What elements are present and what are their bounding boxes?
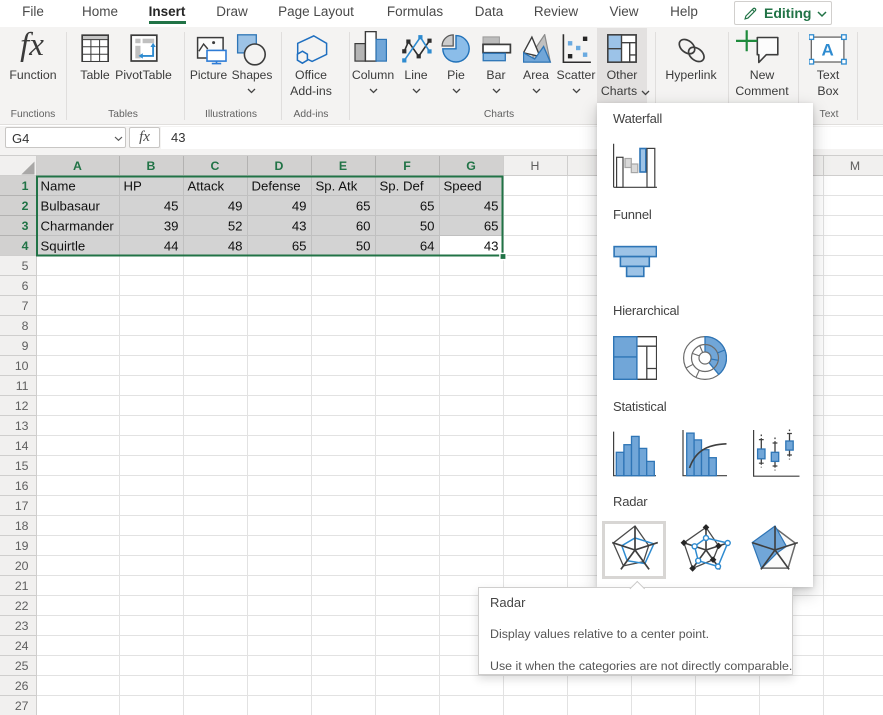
svg-text:17: 17 <box>15 499 29 513</box>
svg-text:F: F <box>403 159 411 173</box>
svg-text:23: 23 <box>15 619 29 633</box>
svg-text:48: 48 <box>228 238 243 253</box>
svg-text:21: 21 <box>15 579 29 593</box>
svg-text:16: 16 <box>15 479 29 493</box>
svg-text:25: 25 <box>15 659 29 673</box>
svg-text:22: 22 <box>15 599 29 613</box>
svg-text:1: 1 <box>22 179 29 193</box>
svg-text:13: 13 <box>15 419 29 433</box>
svg-text:Speed: Speed <box>444 178 482 193</box>
svg-text:3: 3 <box>22 219 29 233</box>
svg-text:15: 15 <box>15 459 29 473</box>
svg-text:C: C <box>211 159 220 173</box>
svg-text:49: 49 <box>292 198 307 213</box>
svg-text:50: 50 <box>420 218 435 233</box>
svg-text:Defense: Defense <box>252 178 301 193</box>
svg-text:E: E <box>339 159 347 173</box>
svg-text:44: 44 <box>164 238 179 253</box>
svg-text:43: 43 <box>484 238 499 253</box>
svg-text:4: 4 <box>22 239 29 253</box>
svg-text:60: 60 <box>356 218 371 233</box>
svg-text:20: 20 <box>15 559 29 573</box>
svg-text:HP: HP <box>124 178 143 193</box>
svg-text:A: A <box>73 159 82 173</box>
svg-text:Attack: Attack <box>188 178 225 193</box>
svg-text:65: 65 <box>356 198 371 213</box>
svg-text:Sp. Def: Sp. Def <box>380 178 424 193</box>
svg-text:18: 18 <box>15 519 29 533</box>
svg-text:D: D <box>275 159 284 173</box>
svg-text:52: 52 <box>228 218 243 233</box>
svg-text:Squirtle: Squirtle <box>41 238 86 253</box>
svg-text:24: 24 <box>15 639 29 653</box>
svg-text:6: 6 <box>22 279 29 293</box>
svg-text:7: 7 <box>22 299 29 313</box>
svg-text:Name: Name <box>41 178 76 193</box>
svg-text:A: A <box>821 41 833 60</box>
svg-text:9: 9 <box>22 339 29 353</box>
svg-text:B: B <box>147 159 156 173</box>
svg-text:8: 8 <box>22 319 29 333</box>
svg-text:27: 27 <box>15 699 29 713</box>
svg-text:M: M <box>850 159 860 173</box>
svg-text:43: 43 <box>292 218 307 233</box>
svg-text:64: 64 <box>420 238 435 253</box>
svg-text:19: 19 <box>15 539 29 553</box>
svg-text:65: 65 <box>420 198 435 213</box>
svg-text:Bulbasaur: Bulbasaur <box>41 198 101 213</box>
svg-text:14: 14 <box>15 439 29 453</box>
svg-text:Sp. Atk: Sp. Atk <box>316 178 358 193</box>
svg-text:G: G <box>466 159 476 173</box>
svg-text:26: 26 <box>15 679 29 693</box>
svg-text:65: 65 <box>292 238 307 253</box>
svg-text:12: 12 <box>15 399 29 413</box>
svg-text:11: 11 <box>16 379 29 393</box>
svg-text:H: H <box>531 159 540 173</box>
svg-text:Charmander: Charmander <box>41 218 115 233</box>
svg-text:39: 39 <box>164 218 179 233</box>
svg-text:50: 50 <box>356 238 371 253</box>
svg-text:45: 45 <box>484 198 499 213</box>
svg-text:49: 49 <box>228 198 243 213</box>
svg-text:5: 5 <box>22 259 29 273</box>
svg-text:2: 2 <box>22 199 29 213</box>
svg-text:45: 45 <box>164 198 179 213</box>
svg-text:65: 65 <box>484 218 499 233</box>
svg-text:10: 10 <box>15 359 29 373</box>
